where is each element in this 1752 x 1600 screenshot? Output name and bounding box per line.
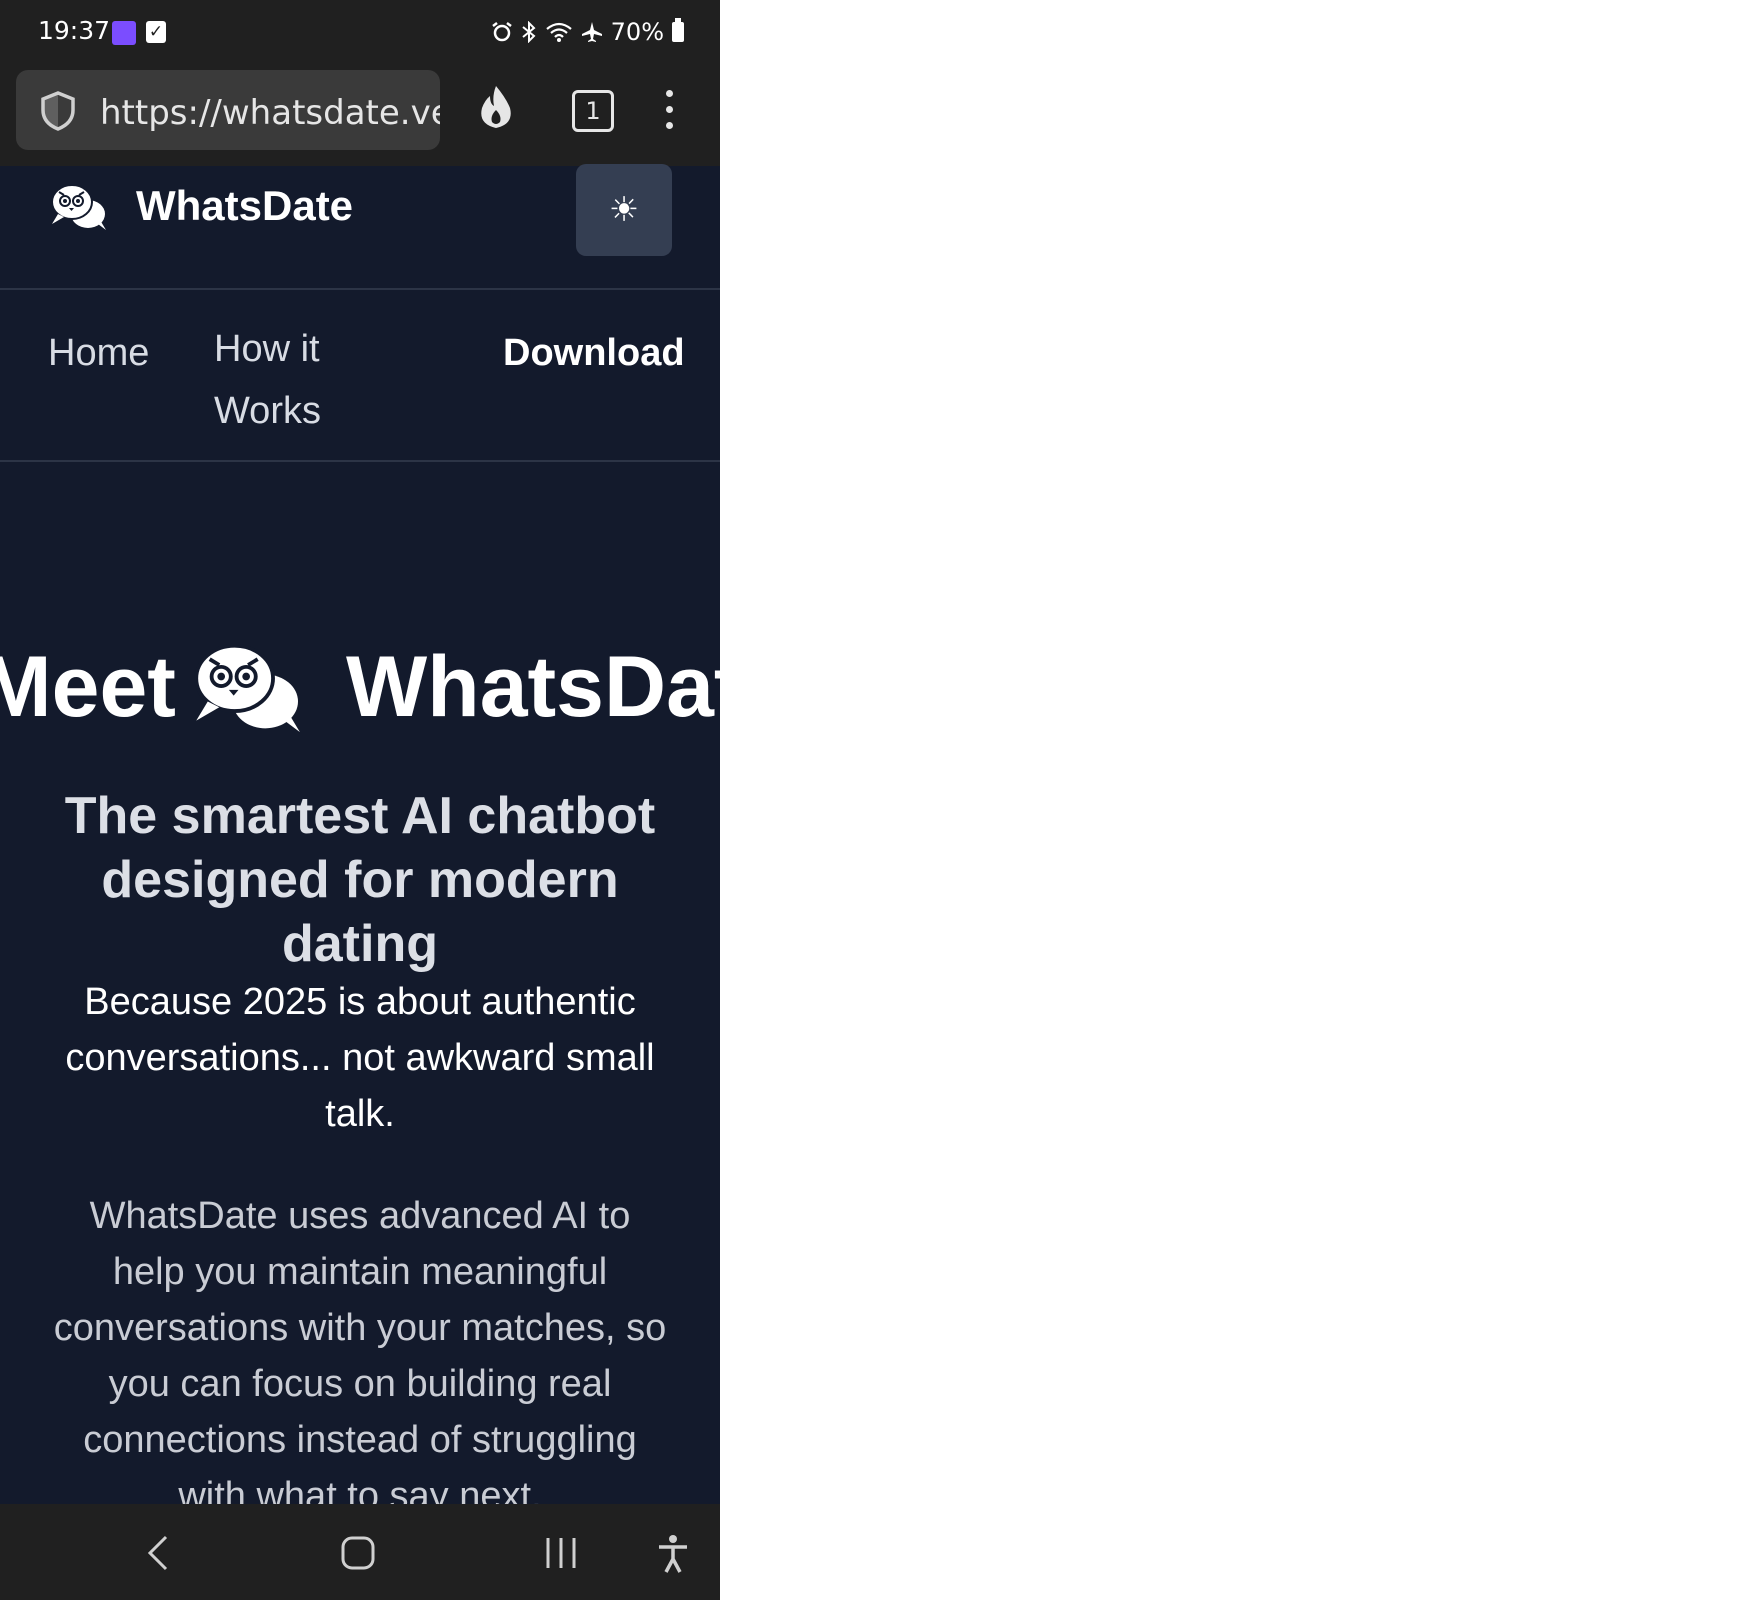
back-icon[interactable] (146, 1534, 170, 1577)
main-nav: Home How it Works Download (0, 290, 720, 462)
owl-chat-logo-icon (190, 640, 310, 757)
site-header: WhatsDate ☀ (0, 164, 720, 290)
site-logo-text[interactable]: WhatsDate (136, 182, 353, 230)
hero-description: WhatsDate uses advanced AI to help you m… (53, 1195, 667, 1517)
airplane-icon (581, 21, 603, 43)
more-menu-icon[interactable] (664, 90, 674, 134)
tabs-icon[interactable]: 1 (572, 90, 614, 132)
accessibility-icon[interactable] (656, 1534, 690, 1579)
sun-icon: ☀ (608, 190, 640, 230)
theme-toggle-button[interactable]: ☀ (576, 164, 672, 256)
status-bar: 19:37 ✓ 70% (0, 0, 720, 62)
hero-title-brand: WhatsDate (346, 639, 720, 735)
bluetooth-icon (521, 21, 537, 43)
status-time: 19:37 (38, 16, 111, 45)
hero-title-prefix: Meet (0, 639, 176, 735)
phone-screen: 19:37 ✓ 70% https://whatsdate.ve 1 Whats… (0, 0, 720, 1600)
alarm-icon (491, 21, 513, 43)
hero-subtitle: The smartest AI chatbot designed for mod… (64, 787, 656, 973)
status-indicators: 70% (491, 18, 684, 46)
url-text[interactable]: https://whatsdate.ve (100, 93, 440, 133)
home-icon[interactable] (340, 1534, 376, 1577)
gallery-icon (112, 21, 136, 45)
browser-toolbar: https://whatsdate.ve 1 (0, 62, 720, 166)
wifi-icon (545, 21, 573, 43)
hero-tagline: Because 2025 is about authentic conversa… (65, 981, 655, 1135)
checkbox-icon: ✓ (146, 21, 166, 43)
nav-link-how-it-works[interactable]: How it Works (214, 318, 374, 442)
battery-text: 70% (610, 18, 664, 46)
shield-icon[interactable] (38, 90, 78, 137)
address-bar[interactable]: https://whatsdate.ve (16, 70, 440, 150)
nav-link-home[interactable]: Home (48, 332, 149, 375)
battery-icon (672, 18, 684, 42)
nav-link-download[interactable]: Download (503, 332, 685, 375)
recent-apps-icon[interactable] (544, 1534, 578, 1577)
system-navigation-bar (0, 1504, 720, 1600)
flame-icon[interactable] (476, 84, 516, 135)
owl-chat-logo-icon[interactable] (50, 182, 110, 237)
hero-title: Meet WhatsDate (0, 638, 720, 738)
